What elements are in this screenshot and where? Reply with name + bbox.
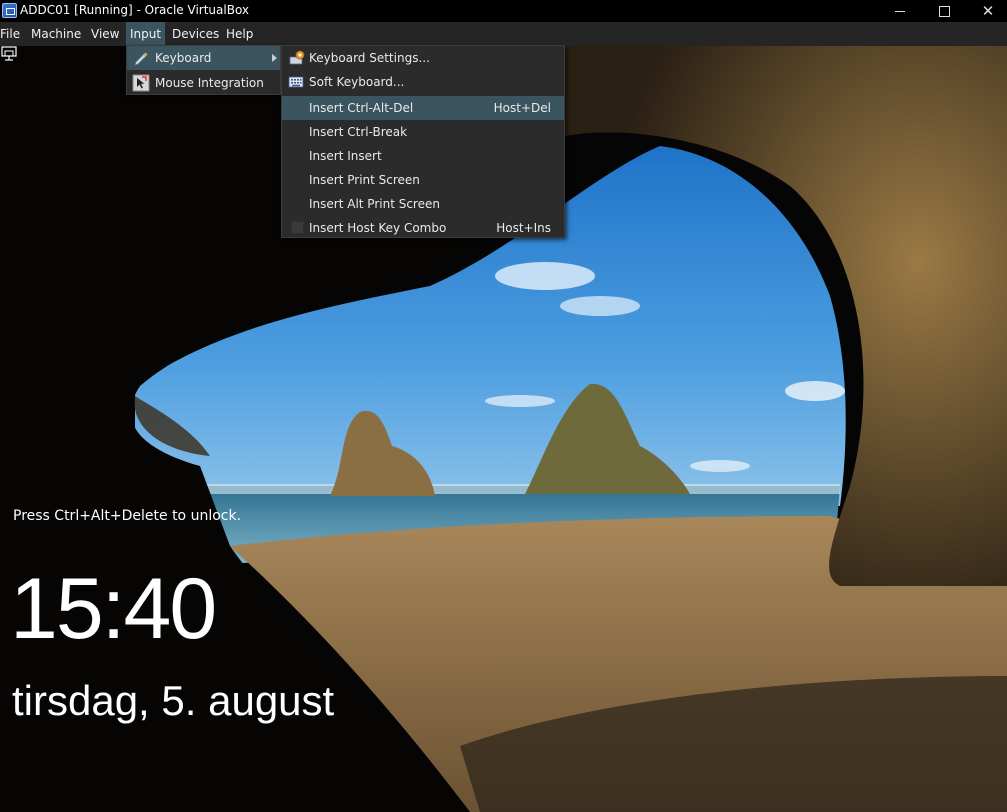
network-icon[interactable] [0,46,18,62]
menu-item-mouse-integration[interactable]: Mouse Integration [127,71,280,95]
menu-file[interactable]: File [0,22,24,46]
shortcut-host-del: Host+Del [493,101,551,115]
unlock-instruction: Press Ctrl+Alt+Delete to unlock. [13,508,242,524]
shortcut-host-ins: Host+Ins [496,221,551,235]
input-menu: Keyboard Mouse Integration [126,45,281,95]
menu-machine[interactable]: Machine [27,22,85,46]
menu-item-keyboard[interactable]: Keyboard [127,46,280,70]
menu-item-insert-host-key-combo[interactable]: Insert Host Key Combo Host+Ins [282,216,564,240]
menu-item-insert-ctrl-alt-del[interactable]: Insert Ctrl-Alt-Del Host+Del [282,96,564,120]
lockscreen-time: 15:40 [10,561,217,657]
menu-view[interactable]: View [87,22,123,46]
menu-item-insert-ctrl-break[interactable]: Insert Ctrl-Break [282,120,564,144]
lockscreen-date: tirsdag, 5. august [12,677,335,724]
menu-bar: File Machine View Input Devices Help [0,22,1007,46]
menu-item-keyboard-settings[interactable]: Keyboard Settings... [282,46,564,70]
menu-item-insert-print-screen[interactable]: Insert Print Screen [282,168,564,192]
keyboard-submenu: Keyboard Settings... Soft Keyboard... In… [281,45,565,238]
menu-item-insert-insert[interactable]: Insert Insert [282,144,564,168]
title-bar: ADDC01 [Running] - Oracle VirtualBox ✕ [0,0,1007,22]
keyboard-settings-icon [289,50,305,65]
soft-keyboard-icon [288,76,304,88]
virtualbox-app-icon [2,3,17,18]
close-button[interactable]: ✕ [968,0,1007,22]
chevron-right-icon [272,54,277,62]
menu-item-insert-alt-print-screen[interactable]: Insert Alt Print Screen [282,192,564,216]
maximize-button[interactable] [924,0,964,22]
menu-input[interactable]: Input [126,22,166,46]
window-title: ADDC01 [Running] - Oracle VirtualBox [20,3,250,17]
menu-help[interactable]: Help [222,22,257,46]
keyboard-pen-icon [134,52,148,66]
menu-devices[interactable]: Devices [168,22,223,46]
host-key-combo-checkbox[interactable] [291,221,304,234]
menu-item-soft-keyboard[interactable]: Soft Keyboard... [282,70,564,94]
minimize-button[interactable] [880,0,920,22]
mouse-integration-icon [132,74,150,92]
